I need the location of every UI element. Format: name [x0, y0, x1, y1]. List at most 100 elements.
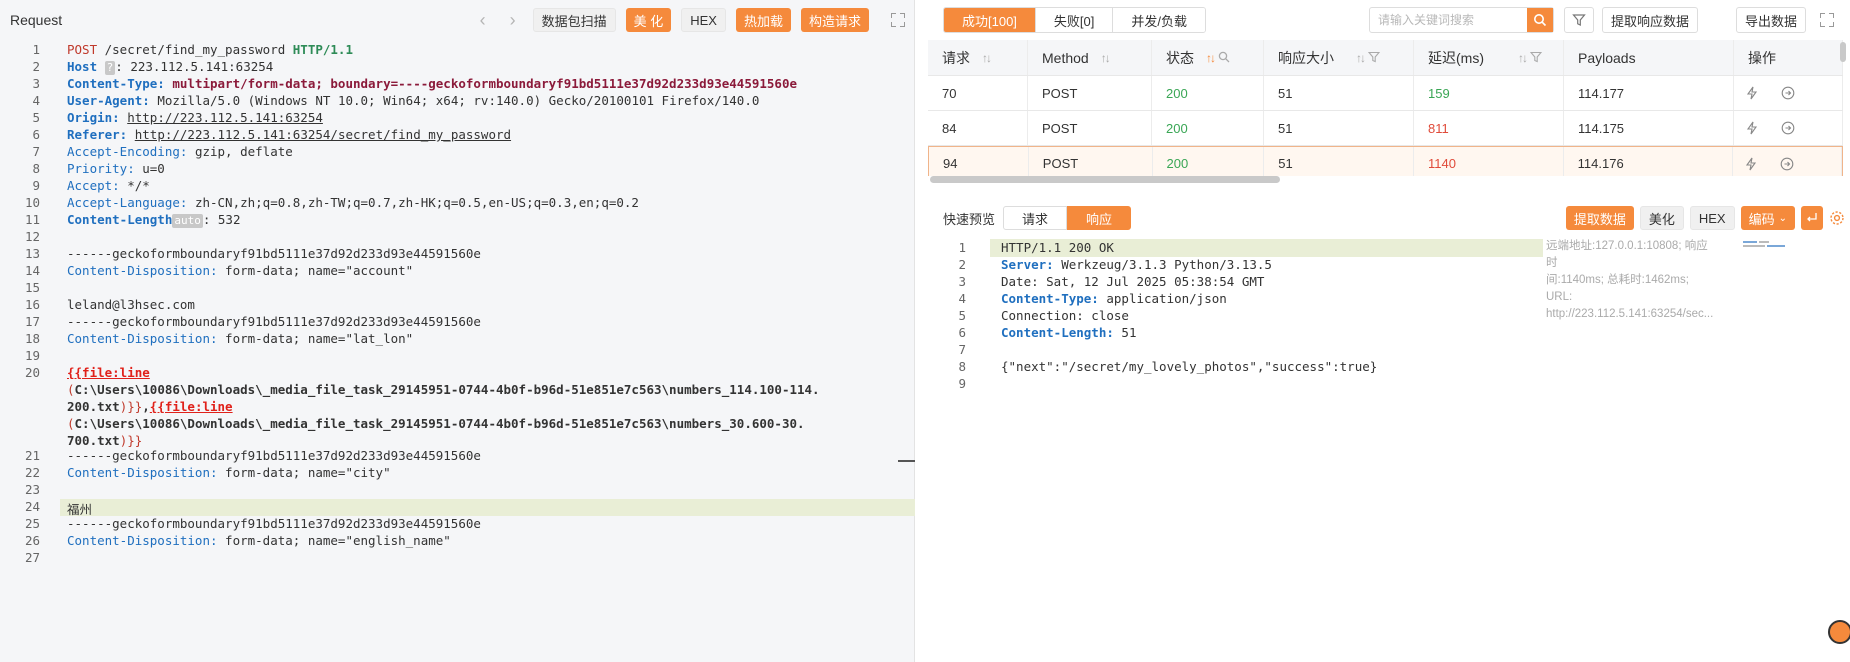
filter-icon[interactable]: [1564, 7, 1594, 33]
chevron-down-icon: ⌄: [1778, 212, 1787, 224]
encode-dropdown[interactable]: 编码 ⌄: [1740, 206, 1795, 230]
header-value: multipart/form-data; boundary=----geckof…: [164, 76, 797, 91]
lightning-icon[interactable]: [1734, 121, 1770, 135]
sort-icon[interactable]: ↑↓: [1356, 51, 1366, 65]
request-toolbar: Request ‹ › 数据包扫描 美 化 HEX 热加载 构造请求: [0, 0, 915, 40]
hot-load-button[interactable]: 热加载: [735, 8, 791, 32]
mascot-icon[interactable]: [1828, 620, 1850, 644]
extract-data-button[interactable]: 提取数据: [1565, 206, 1634, 230]
extract-response-button[interactable]: 提取响应数据: [1602, 7, 1699, 33]
tab-concurrency[interactable]: 并发/负载: [1113, 8, 1206, 32]
code-line-accept-language: Accept-Language: zh-CN,zh;q=0.8,zh-TW;q=…: [67, 195, 639, 210]
column-header[interactable]: 响应大小 ↑↓: [1264, 40, 1414, 75]
wrap-icon[interactable]: [1801, 206, 1823, 230]
arrow-circle-icon[interactable]: [1769, 157, 1805, 171]
header-key: Accept-Language:: [67, 195, 188, 210]
search-icon[interactable]: [1218, 50, 1230, 66]
header-value: : 532: [202, 212, 241, 227]
horizontal-scrollbar[interactable]: [930, 176, 1280, 183]
beautify-button[interactable]: 美 化: [625, 8, 672, 32]
line-number: 20: [24, 365, 40, 380]
header-key: Content-Type:: [1001, 291, 1099, 306]
sort-icon[interactable]: ↑↓: [1101, 51, 1111, 65]
column-label: 请求: [942, 49, 970, 66]
response-header-connection: Connection: close: [1001, 308, 1129, 323]
fullscreen-icon[interactable]: [1820, 13, 1834, 27]
fullscreen-icon[interactable]: [891, 13, 905, 27]
results-pane: 成功[100] 失败[0] 并发/负载 提取响应数据 导出数据 请求 ↑↓ Met…: [928, 0, 1850, 662]
column-header[interactable]: Method ↑↓: [1028, 40, 1152, 75]
line-number: 15: [24, 280, 40, 295]
table-row-selected[interactable]: 94 POST 200 51 1140 114.176: [928, 146, 1843, 176]
line-number: 13: [24, 246, 40, 261]
header-link[interactable]: http://223.112.5.141:63254: [127, 110, 323, 125]
request-path: /secret/find_my_password: [97, 42, 293, 57]
line-number: 17: [24, 314, 40, 329]
tab-success[interactable]: 成功[100]: [944, 8, 1036, 32]
tab-failed[interactable]: 失败[0]: [1035, 8, 1114, 32]
column-label: 响应大小: [1278, 49, 1334, 66]
line-number: 3: [32, 76, 40, 91]
column-label: 状态: [1166, 49, 1194, 66]
packet-scan-button[interactable]: 数据包扫描: [532, 8, 616, 32]
chevron-right-icon[interactable]: ›: [503, 10, 523, 30]
chevron-left-icon[interactable]: ‹: [473, 10, 493, 30]
cell-actions: [1734, 111, 1843, 145]
hex-button[interactable]: HEX: [1689, 206, 1735, 230]
build-request-button[interactable]: 构造请求: [800, 8, 869, 32]
http-protocol: HTTP/1.1: [292, 42, 353, 57]
table-row[interactable]: 84 POST 200 51 811 114.175: [928, 111, 1843, 146]
payload-path-2-tail: 700.txt)}}: [67, 433, 142, 448]
file-path: C:\Users\10086\Downloads\_media_file_tas…: [74, 416, 805, 431]
paren: )}}: [119, 433, 143, 448]
column-header[interactable]: 延迟(ms) ↑↓: [1414, 40, 1564, 75]
line-number: 6: [958, 325, 966, 340]
help-badge[interactable]: ?: [104, 61, 116, 75]
search-icon[interactable]: [1527, 8, 1553, 32]
arrow-circle-icon[interactable]: [1770, 86, 1806, 100]
header-key: Content-Disposition:: [67, 331, 218, 346]
preview-tab-request[interactable]: 请求: [1003, 206, 1068, 230]
column-header[interactable]: Payloads: [1564, 40, 1734, 75]
header-value: */*: [119, 178, 150, 193]
results-table: 请求 ↑↓ Method ↑↓ 状态 ↑↓ 响应大小 ↑↓ 延迟(ms) ↑↓ Paylo…: [928, 40, 1843, 176]
export-button[interactable]: 导出数据: [1736, 7, 1807, 33]
lightning-icon[interactable]: [1733, 157, 1769, 171]
line-number: 7: [32, 144, 40, 159]
line-number: 3: [958, 274, 966, 289]
file-path: C:\Users\10086\Downloads\_media_file_tas…: [74, 382, 820, 397]
vertical-scrollbar[interactable]: [1840, 42, 1846, 62]
header-value: : 223.112.5.141:63254: [115, 59, 274, 74]
file-path: 700.txt: [67, 433, 120, 448]
header-key: Priority:: [67, 161, 135, 176]
header-value: Werkzeug/3.1.3 Python/3.13.5: [1053, 257, 1272, 272]
request-editor[interactable]: 1 2 3 4 5 6 7 8 9 10 11 12 13 14 15 16 1…: [0, 40, 915, 662]
filter-icon[interactable]: [1529, 50, 1543, 66]
payload-placeholder-1: {{file:line: [67, 365, 150, 380]
column-header[interactable]: 状态 ↑↓: [1152, 40, 1264, 75]
response-editor[interactable]: 1 2 3 4 5 6 7 8 9 HTTP/1.1 200 OK Server…: [928, 238, 1850, 662]
preview-tab-response[interactable]: 响应: [1067, 206, 1132, 230]
sort-icon[interactable]: ↑↓: [1206, 51, 1216, 65]
payload-path-1-tail: 200.txt)}},{{file:line: [67, 399, 233, 414]
header-link[interactable]: http://223.112.5.141:63254/secret/find_m…: [135, 127, 511, 142]
minimap[interactable]: [1743, 240, 1801, 250]
hex-button[interactable]: HEX: [681, 8, 726, 32]
arrow-circle-icon[interactable]: [1770, 121, 1806, 135]
gear-icon[interactable]: [1829, 210, 1845, 226]
cell-status: 200: [1153, 147, 1265, 176]
sort-icon[interactable]: ↑↓: [982, 51, 992, 65]
column-header[interactable]: 请求 ↑↓: [928, 40, 1028, 75]
beautify-button[interactable]: 美化: [1639, 206, 1684, 230]
auto-badge[interactable]: auto: [172, 214, 203, 228]
file-line-function: {{file:line: [149, 399, 233, 414]
sort-icon[interactable]: ↑↓: [1518, 51, 1528, 65]
header-value: 51: [1113, 325, 1137, 340]
line-number: 22: [24, 465, 40, 480]
line-number: 9: [958, 376, 966, 391]
table-row[interactable]: 70 POST 200 51 159 114.177: [928, 76, 1843, 111]
filter-icon[interactable]: [1367, 50, 1381, 66]
lightning-icon[interactable]: [1734, 86, 1770, 100]
line-number: 12: [24, 229, 40, 244]
search-input[interactable]: [1370, 8, 1527, 32]
